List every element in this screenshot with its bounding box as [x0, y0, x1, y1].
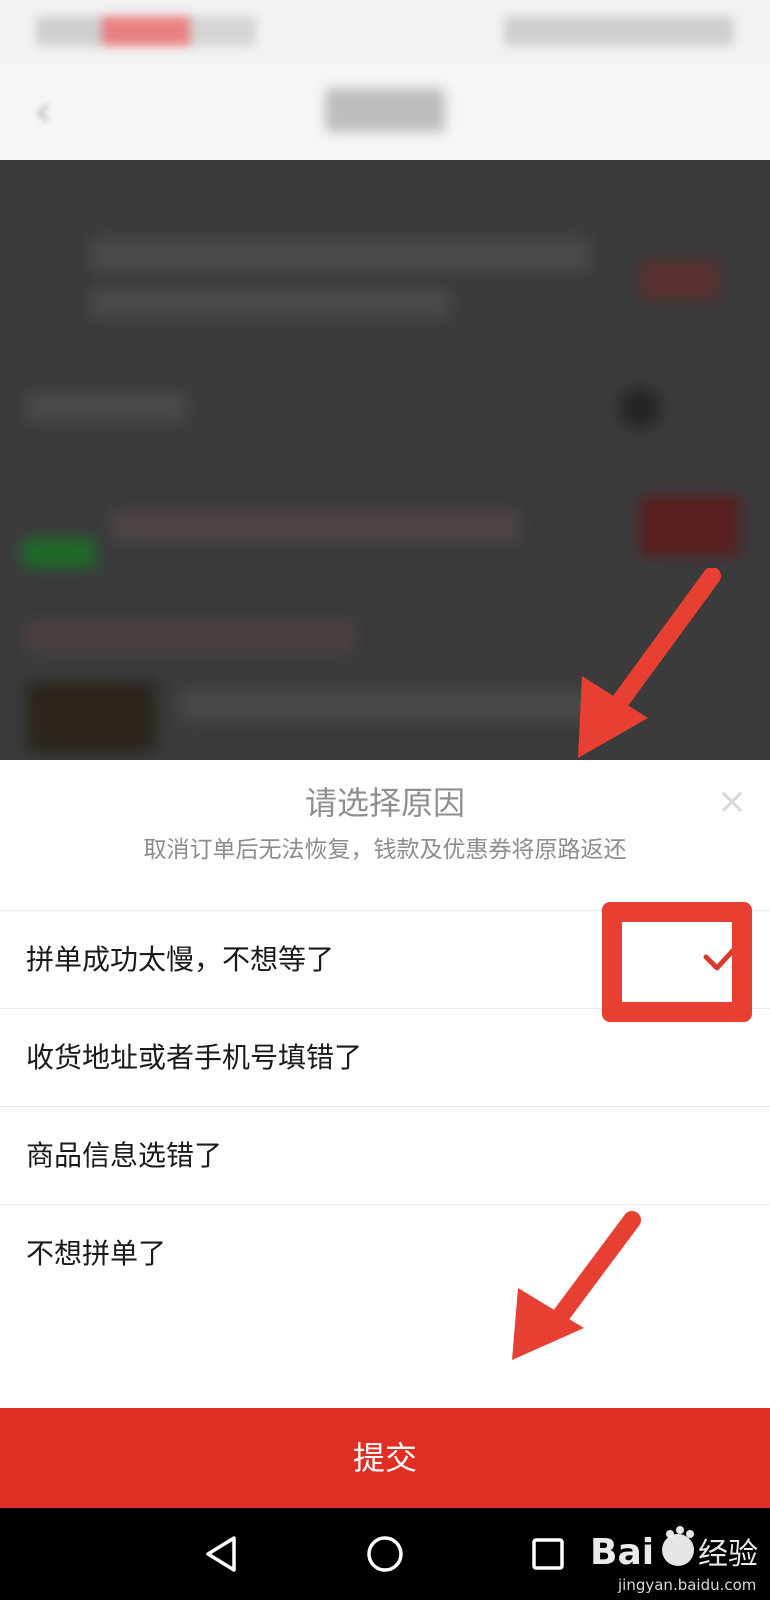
- blurred-product-line: [180, 688, 600, 722]
- svg-text:Bai: Bai: [590, 1532, 654, 1573]
- reason-label: 不想拼单了: [26, 1237, 167, 1270]
- annotation-highlight-box: [602, 902, 752, 1022]
- reason-label: 商品信息选错了: [26, 1139, 223, 1172]
- blurred-address-line: [90, 238, 590, 272]
- svg-text:经验: 经验: [698, 1537, 758, 1572]
- reason-option-3[interactable]: 商品信息选错了: [0, 1106, 770, 1204]
- back-triangle-icon[interactable]: [198, 1530, 246, 1578]
- blurred-tag: [22, 538, 96, 568]
- reason-label: 拼单成功太慢，不想等了: [26, 943, 335, 976]
- annotation-arrow-top: [578, 568, 721, 758]
- status-bar-left-blurred: [36, 16, 256, 46]
- blurred-promo-line: [110, 510, 520, 542]
- back-arrow-icon: ‹: [34, 86, 52, 137]
- recents-square-icon[interactable]: [524, 1530, 572, 1578]
- blurred-label: [26, 392, 186, 422]
- sheet-subtitle: 取消订单后无法恢复，钱款及优惠券将原路返还: [143, 837, 627, 863]
- home-circle-icon[interactable]: [361, 1530, 409, 1578]
- blurred-address-line-2: [90, 288, 450, 318]
- status-bar: [0, 0, 770, 64]
- blurred-icon: [620, 388, 660, 428]
- blurred-button: [640, 496, 740, 556]
- blurred-store-line: [26, 620, 356, 654]
- blurred-thumbnail: [26, 682, 156, 752]
- annotation-arrow-bottom: [512, 1211, 641, 1360]
- sheet-title: 请选择原因: [304, 784, 465, 822]
- blurred-badge: [640, 260, 720, 300]
- reason-label: 收货地址或者手机号填错了: [26, 1041, 363, 1074]
- reason-option-2[interactable]: 收货地址或者手机号填错了: [0, 1008, 770, 1106]
- close-icon[interactable]: ×: [712, 782, 752, 822]
- page-title-blurred: [325, 88, 445, 132]
- submit-button[interactable]: 提交: [0, 1408, 770, 1508]
- watermark-url: jingyan.baidu.com: [618, 1576, 757, 1594]
- status-bar-right-blurred: [504, 16, 734, 46]
- cancel-reason-sheet: 请选择原因 × 取消订单后无法恢复，钱款及优惠券将原路返还 拼单成功太慢，不想等…: [0, 760, 770, 1508]
- screen: ‹ 请选择原因 × 取消订单后无法恢复，钱款及优惠券将原路返还 拼单成功太慢，不…: [0, 0, 770, 1600]
